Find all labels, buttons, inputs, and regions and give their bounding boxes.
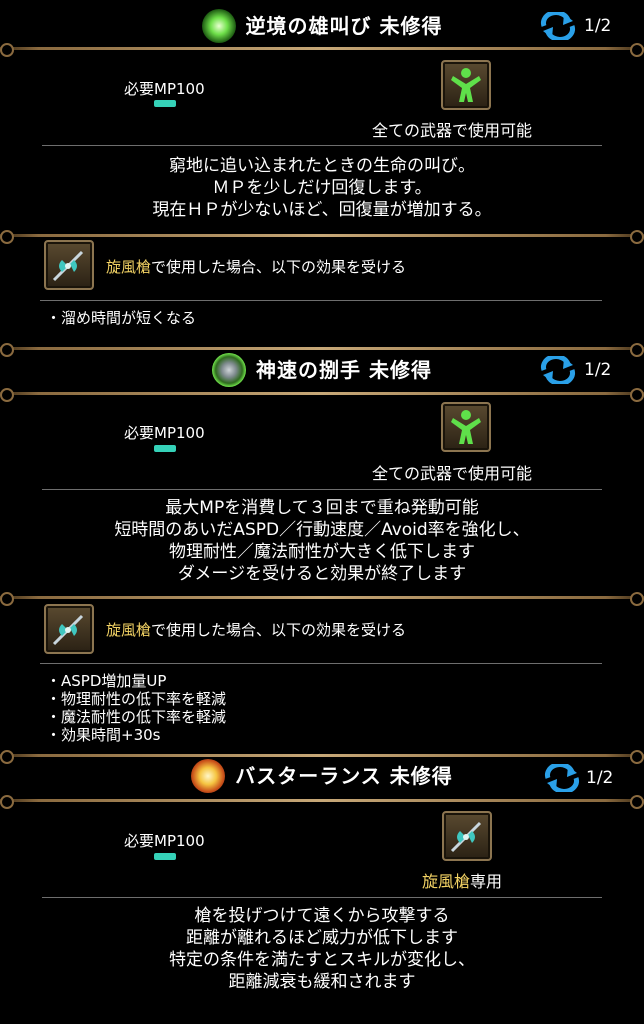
- weapon-icon-box: [441, 60, 491, 110]
- cycle-arrows-icon[interactable]: [540, 12, 576, 40]
- skill-description: 槍を投げつけて遠くから攻撃する 距離が離れるほど威力が低下します 特定の条件を満…: [169, 906, 475, 992]
- green-person-icon: [451, 68, 481, 102]
- skill-description: 窮地に追い込まれたときの生命の叫び。 ＭＰを少しだけ回復します。 現在ＨＰが少な…: [152, 156, 492, 220]
- list-item: ・物理耐性の低下率を軽減: [46, 690, 227, 708]
- weapon-effect-line: 旋風槍で使用した場合、以下の効果を受ける: [106, 621, 407, 639]
- bullet-list: ・溜め時間が短くなる: [46, 309, 196, 327]
- halberd-icon: [450, 821, 482, 853]
- divider: [0, 592, 644, 606]
- page-count: 1/2: [586, 768, 614, 788]
- halberd-icon-box: [44, 240, 94, 290]
- halberd-icon-box: [442, 811, 492, 861]
- skill-description: 最大MPを消費して３回まで重ね発動可能 短時間のあいだASPD／行動速度／Avo…: [114, 498, 530, 584]
- mp-bar: [154, 445, 176, 452]
- weapon-only-label: 旋風槍専用: [422, 872, 503, 891]
- list-item: ・効果時間+30s: [46, 726, 161, 744]
- cycle-arrows-icon[interactable]: [544, 764, 580, 792]
- halberd-icon: [52, 250, 84, 282]
- mp-bar: [154, 100, 176, 107]
- usable-label: 全ての武器で使用可能: [372, 464, 533, 483]
- list-item: ・溜め時間が短くなる: [46, 309, 197, 327]
- weapon-name: 旋風槍: [106, 258, 152, 276]
- bullet-list: ・ASPD増加量UP ・物理耐性の低下率を軽減 ・魔法耐性の低下率を軽減 ・効果…: [46, 672, 226, 744]
- page-count: 1/2: [584, 360, 612, 380]
- usable-label: 全ての武器で使用可能: [372, 121, 533, 140]
- mp-bar: [154, 853, 176, 860]
- weapon-icon-box: [441, 402, 491, 452]
- weapon-name: 旋風槍: [106, 621, 152, 639]
- divider: [0, 388, 644, 402]
- page-count: 1/2: [584, 16, 612, 36]
- mp-cost: 必要MP100: [124, 424, 205, 442]
- separator: [42, 897, 602, 898]
- weapon-name: 旋風槍: [422, 872, 471, 891]
- divider: [0, 795, 644, 809]
- separator: [40, 663, 602, 664]
- mp-cost: 必要MP100: [124, 832, 205, 850]
- separator: [42, 489, 602, 490]
- separator: [40, 300, 602, 301]
- halberd-icon: [52, 614, 84, 646]
- green-person-icon: [451, 410, 481, 444]
- separator: [42, 145, 602, 146]
- cycle-arrows-icon[interactable]: [540, 356, 576, 384]
- halberd-icon-box: [44, 604, 94, 654]
- shield-icon: [212, 352, 247, 387]
- list-item: ・ASPD増加量UP: [46, 672, 167, 690]
- green-burst-icon: [201, 8, 236, 43]
- divider: [0, 230, 644, 244]
- list-item: ・魔法耐性の低下率を軽減: [46, 708, 227, 726]
- mp-cost: 必要MP100: [124, 80, 205, 98]
- spear-strike-icon: [191, 758, 226, 793]
- divider: [0, 43, 644, 57]
- weapon-effect-line: 旋風槍で使用した場合、以下の効果を受ける: [106, 258, 407, 276]
